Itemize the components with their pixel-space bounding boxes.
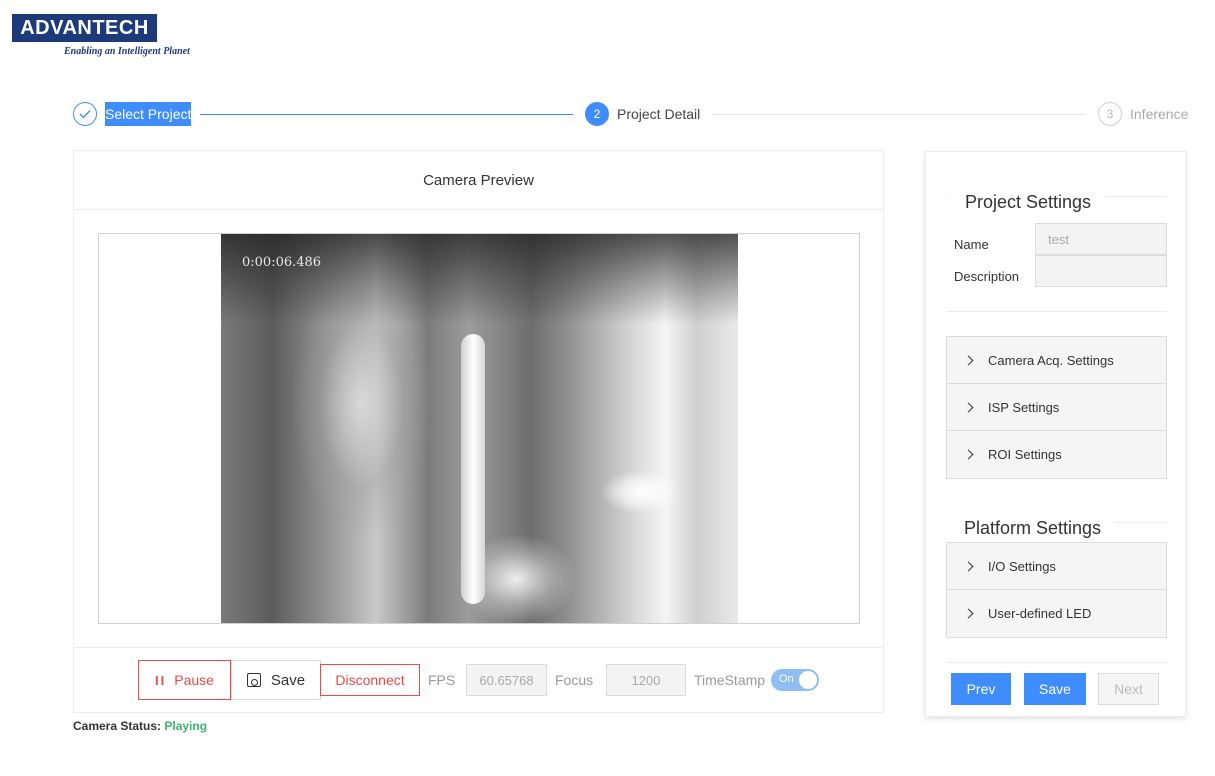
camera-controls: II Pause Save Disconnect FPS 60.65768 Fo… bbox=[74, 647, 883, 713]
chevron-right-icon bbox=[963, 402, 974, 412]
save-image-button[interactable]: Save bbox=[231, 660, 321, 700]
fps-label: FPS bbox=[428, 672, 456, 688]
step-project-detail[interactable]: 2 Project Detail bbox=[585, 102, 700, 126]
step-label: Inference bbox=[1130, 106, 1189, 122]
chevron-right-icon bbox=[963, 355, 974, 365]
project-settings-title: Project Settings bbox=[947, 192, 1106, 213]
toggle-knob bbox=[799, 671, 817, 689]
chevron-right-icon bbox=[963, 608, 974, 619]
check-icon bbox=[73, 102, 97, 126]
collapse-roi-settings[interactable]: ROI Settings bbox=[947, 431, 1166, 478]
save-label: Save bbox=[270, 671, 306, 689]
collapse-isp-settings[interactable]: ISP Settings bbox=[947, 384, 1166, 431]
timestamp-label: TimeStamp bbox=[694, 672, 766, 688]
camera-preview-card: Camera Preview 0:00:06.486 II Pause Save… bbox=[73, 150, 884, 713]
pause-button[interactable]: II Pause bbox=[138, 660, 231, 700]
description-label: Description bbox=[954, 269, 1020, 284]
timestamp-toggle[interactable]: On bbox=[771, 669, 819, 691]
collapse-io-settings[interactable]: I/O Settings bbox=[947, 543, 1166, 590]
focus-field: 1200 bbox=[606, 664, 686, 696]
chevron-right-icon bbox=[963, 449, 974, 460]
pause-icon: II bbox=[155, 672, 167, 688]
collapse-label: User-defined LED bbox=[988, 606, 1092, 621]
disconnect-button[interactable]: Disconnect bbox=[320, 664, 420, 696]
step-connector bbox=[713, 114, 1086, 115]
step-select-project[interactable]: Select Project bbox=[73, 102, 192, 126]
logo-wordmark: ADVANTECH bbox=[12, 14, 157, 42]
collapse-label: ISP Settings bbox=[988, 399, 1060, 415]
step-inference[interactable]: 3 Inference bbox=[1098, 102, 1188, 126]
pause-label: Pause bbox=[174, 672, 214, 688]
section-divider bbox=[946, 311, 1167, 312]
name-field[interactable]: test bbox=[1035, 223, 1167, 255]
description-field[interactable] bbox=[1035, 255, 1167, 287]
collapse-label: ROI Settings bbox=[988, 447, 1062, 462]
platform-settings-title: Platform Settings bbox=[946, 518, 1116, 539]
toggle-text: On bbox=[779, 673, 794, 685]
step-connector bbox=[200, 114, 573, 115]
prev-button[interactable]: Prev bbox=[951, 673, 1011, 705]
project-settings-collapse: Camera Acq. Settings ISP Settings ROI Se… bbox=[946, 336, 1167, 479]
save-project-button[interactable]: Save bbox=[1024, 673, 1086, 705]
step-number: 3 bbox=[1098, 102, 1122, 126]
camera-status: Camera Status: Playing bbox=[73, 719, 207, 733]
section-divider bbox=[946, 662, 1167, 663]
collapse-camera-acq-settings[interactable]: Camera Acq. Settings bbox=[947, 337, 1166, 384]
video-timestamp: 0:00:06.486 bbox=[242, 255, 322, 270]
platform-settings-collapse: I/O Settings User-defined LED bbox=[946, 542, 1167, 638]
logo-tagline: Enabling an Intelligent Planet bbox=[64, 46, 190, 57]
camera-status-value: Playing bbox=[164, 719, 208, 733]
name-label: Name bbox=[954, 237, 989, 252]
camera-status-label: Camera Status: bbox=[73, 719, 162, 733]
fps-field: 60.65768 bbox=[466, 664, 547, 696]
save-icon bbox=[246, 673, 261, 687]
collapse-label: I/O Settings bbox=[988, 558, 1056, 574]
focus-label: Focus bbox=[555, 672, 594, 688]
advantech-logo: ADVANTECH Enabling an Intelligent Planet bbox=[12, 14, 190, 57]
preview-frame: 0:00:06.486 bbox=[98, 233, 860, 624]
step-label: Project Detail bbox=[617, 106, 701, 122]
step-number: 2 bbox=[585, 102, 609, 126]
collapse-label: Camera Acq. Settings bbox=[988, 352, 1114, 368]
camera-video-feed: 0:00:06.486 bbox=[221, 234, 738, 623]
chevron-right-icon bbox=[963, 561, 974, 571]
collapse-user-defined-led[interactable]: User-defined LED bbox=[947, 590, 1166, 637]
settings-panel: Project Settings Name test Description C… bbox=[925, 151, 1186, 717]
camera-preview-title: Camera Preview bbox=[74, 151, 883, 210]
progress-stepper: Select Project 2 Project Detail 3 Infere… bbox=[73, 102, 1188, 127]
step-label: Select Project bbox=[105, 102, 192, 126]
next-button[interactable]: Next bbox=[1098, 673, 1159, 705]
